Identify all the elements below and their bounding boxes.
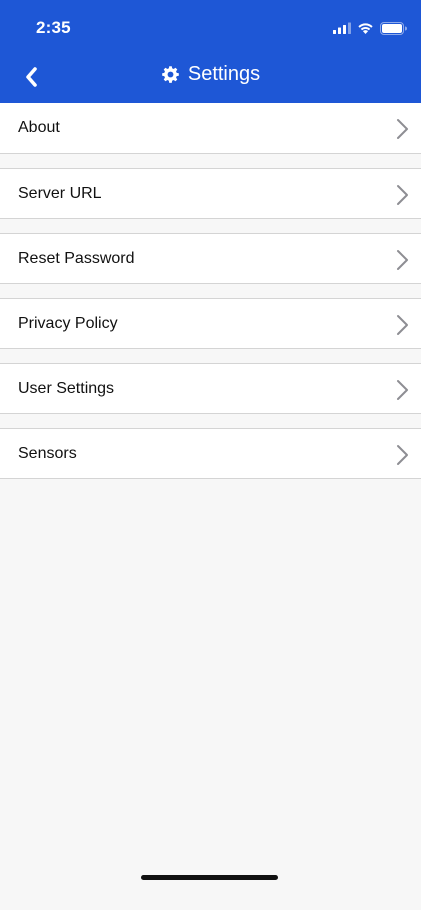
settings-item-reset-password[interactable]: Reset Password [0, 233, 421, 284]
chevron-right-icon [397, 445, 408, 465]
page-title-group: Settings [0, 63, 421, 86]
status-icons [333, 20, 407, 36]
signal-icon [333, 22, 351, 34]
settings-list: About Server URL Reset Password Privacy … [0, 103, 421, 479]
page-title: Settings [187, 63, 261, 85]
settings-item-label: Server URL [18, 184, 102, 202]
settings-item-label: Privacy Policy [18, 314, 118, 332]
settings-item-user-settings[interactable]: User Settings [0, 363, 421, 414]
status-bar: 2:35 [0, 0, 421, 52]
app-header: 2:35 Settings [0, 0, 421, 103]
battery-icon [380, 21, 407, 35]
gear-icon [162, 66, 179, 83]
settings-item-sensors[interactable]: Sensors [0, 428, 421, 479]
status-time: 2:35 [36, 18, 71, 37]
settings-item-label: User Settings [18, 379, 115, 397]
settings-item-privacy-policy[interactable]: Privacy Policy [0, 298, 421, 349]
chevron-right-icon [397, 380, 408, 400]
chevron-right-icon [397, 250, 408, 270]
home-indicator[interactable] [141, 875, 278, 880]
settings-item-label: About [18, 119, 60, 136]
settings-item-label: Reset Password [18, 249, 135, 267]
settings-item-server-url[interactable]: Server URL [0, 168, 421, 219]
chevron-right-icon [397, 185, 408, 205]
wifi-icon [358, 23, 373, 34]
settings-item-about[interactable]: About [0, 103, 421, 154]
settings-screen: 2:35 Settings About Server URL Reset Pas… [0, 0, 421, 910]
settings-item-label: Sensors [18, 444, 77, 462]
chevron-right-icon [397, 315, 408, 335]
navigation-bar: Settings [0, 52, 421, 103]
chevron-right-icon [397, 119, 408, 139]
